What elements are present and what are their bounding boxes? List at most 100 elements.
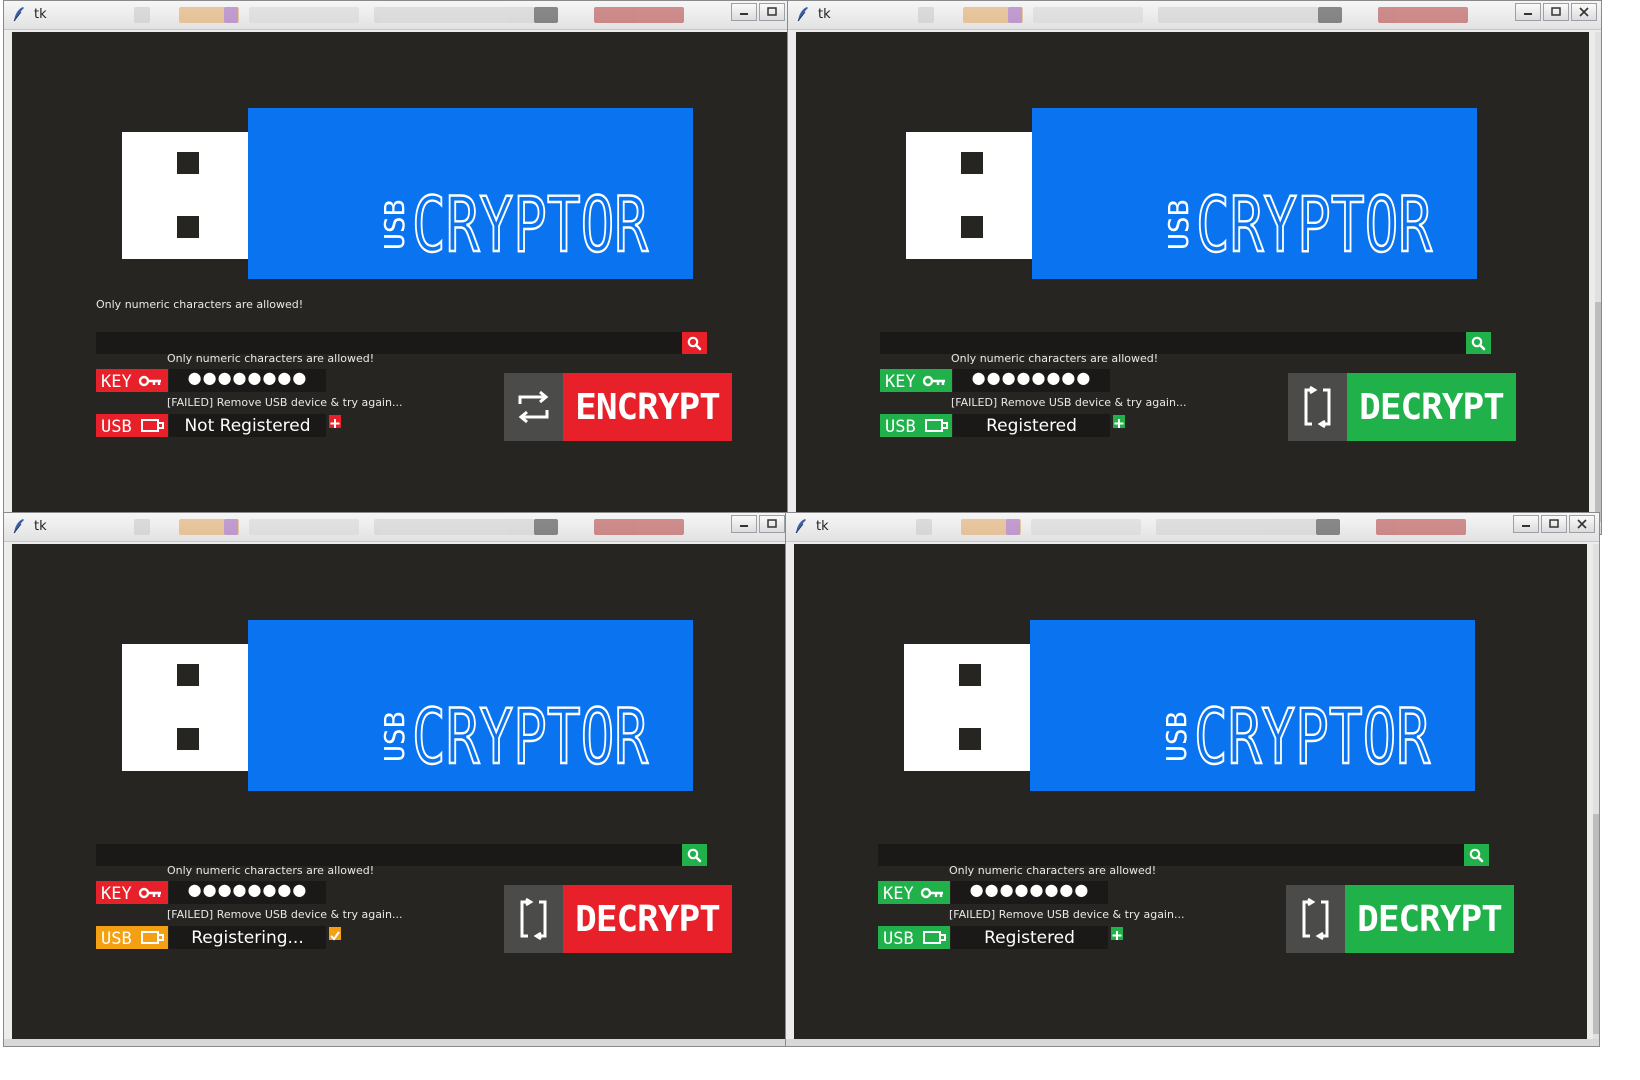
key-password-field[interactable]: ●●●●●●●● [953,368,1110,392]
vertical-scrollbar[interactable] [1593,544,1599,1041]
usb-tag-label: USB [885,417,916,437]
close-button[interactable] [1571,3,1597,21]
maximize-button[interactable] [759,515,785,533]
maximize-button[interactable] [759,3,785,21]
search-hint-label: Only numeric characters are allowed! [96,298,304,311]
plus-icon [1112,931,1122,940]
action-label-box[interactable]: ENCRYPT [563,373,732,441]
action-button[interactable]: ENCRYPT [504,373,732,441]
minimize-button[interactable] [731,3,757,21]
search-input[interactable] [878,844,1489,866]
brand-big-text: CRYPTOR [1196,188,1432,268]
title-bar[interactable]: tk [4,1,817,30]
title-bar[interactable]: tk [786,513,1599,542]
search-icon [1469,848,1484,863]
vertical-scrollbar[interactable] [1595,32,1601,529]
minimize-button[interactable] [1515,3,1541,21]
close-button[interactable] [1569,515,1595,533]
title-bar[interactable]: tk [4,513,817,542]
brand-big-text: CRYPTOR [412,700,648,780]
usb-status-field: Registering... [169,926,326,949]
key-tag: KEY [96,881,168,904]
action-button[interactable]: DECRYPT [504,885,732,953]
usb-body-logo: USB CRYPTOR [1032,108,1477,279]
scrollbar-thumb[interactable] [1595,302,1601,522]
brand-small-text: USB [1162,199,1195,250]
maximize-button[interactable] [1543,3,1569,21]
register-usb-button[interactable] [1111,927,1123,940]
usb-status-field: Registered [953,414,1110,437]
plus-icon [330,419,340,428]
usb-body-logo: USB CRYPTOR [248,620,693,791]
usb-tag: USB [96,414,168,437]
key-password-field[interactable]: ●●●●●●●● [169,880,326,904]
app-content: USB CRYPTOR Only numeric characters are al… [12,32,805,529]
search-button[interactable] [1464,844,1489,866]
search-input[interactable] [96,332,707,354]
usb-status-hint: [FAILED] Remove USB device & try again..… [949,908,1185,921]
action-icon-box[interactable] [1286,885,1345,953]
usb-body-logo: USB CRYPTOR [248,108,693,279]
minimize-button[interactable] [731,515,757,533]
usb-tag: USB [880,414,952,437]
usb-drive-icon [141,419,164,432]
action-label-box[interactable]: DECRYPT [1347,373,1516,441]
action-button[interactable]: DECRYPT [1286,885,1514,953]
brand-big-text: CRYPTOR [1194,700,1430,780]
tk-feather-icon [12,6,26,22]
action-label-box[interactable]: DECRYPT [1345,885,1514,953]
password-dots: ●●●●●●●● [187,368,308,387]
bracket-swap-icon [520,897,547,941]
search-icon [1471,336,1486,351]
password-dots: ●●●●●●●● [187,880,308,899]
usb-status-hint: [FAILED] Remove USB device & try again..… [167,908,403,921]
key-password-field[interactable]: ●●●●●●●● [951,880,1108,904]
key-tag-label: KEY [885,372,916,392]
tk-feather-icon [796,6,810,22]
check-icon [330,931,340,941]
key-tag-label: KEY [883,884,914,904]
key-password-field[interactable]: ●●●●●●●● [169,368,326,392]
usb-connector-slot [177,216,199,238]
scrollbar-thumb[interactable] [1593,814,1599,1034]
password-dots: ●●●●●●●● [969,880,1090,899]
maximize-button[interactable] [1541,515,1567,533]
app-content: USB CRYPTOR Only numeric characters are al… [794,544,1587,1041]
action-button[interactable]: DECRYPT [1288,373,1516,441]
key-icon [138,887,161,899]
action-icon-box[interactable] [1288,373,1347,441]
search-button[interactable] [682,844,707,866]
window-controls [1513,3,1597,21]
key-tag: KEY [96,369,168,392]
register-usb-button[interactable] [329,415,341,428]
usb-tag: USB [878,926,950,949]
window-title: tk [34,7,47,22]
usb-tag-label: USB [883,929,914,949]
usb-tag-label: USB [101,929,132,949]
usb-connector-slot [177,664,199,686]
usb-registration-status: Registered [984,928,1075,948]
title-bar[interactable]: tk [788,1,1601,30]
action-label-box[interactable]: DECRYPT [563,885,732,953]
search-input[interactable] [880,332,1491,354]
search-button[interactable] [1466,332,1491,354]
search-button[interactable] [682,332,707,354]
plus-icon [1114,419,1124,428]
search-input[interactable] [96,844,707,866]
usb-connector-logo [122,644,248,771]
action-icon-box[interactable] [504,373,563,441]
usb-connector-logo [904,644,1030,771]
usb-connector-slot [959,664,981,686]
key-tag-label: KEY [101,884,132,904]
register-usb-button[interactable] [1113,415,1125,428]
key-icon [922,375,945,387]
action-icon-box[interactable] [504,885,563,953]
background-taskbar-blur [124,4,704,26]
usb-cryptor-brand: USB CRYPTOR [1160,179,1450,272]
app-window: tk USB CRYPTOR Only numeric characters are … [3,512,818,1047]
registering-check-button[interactable] [329,927,341,941]
app-window: tk USB CRYPTOR Only numeric characters are … [3,0,818,535]
tk-feather-icon [12,518,26,534]
action-label: ENCRYPT [575,387,721,428]
minimize-button[interactable] [1513,515,1539,533]
